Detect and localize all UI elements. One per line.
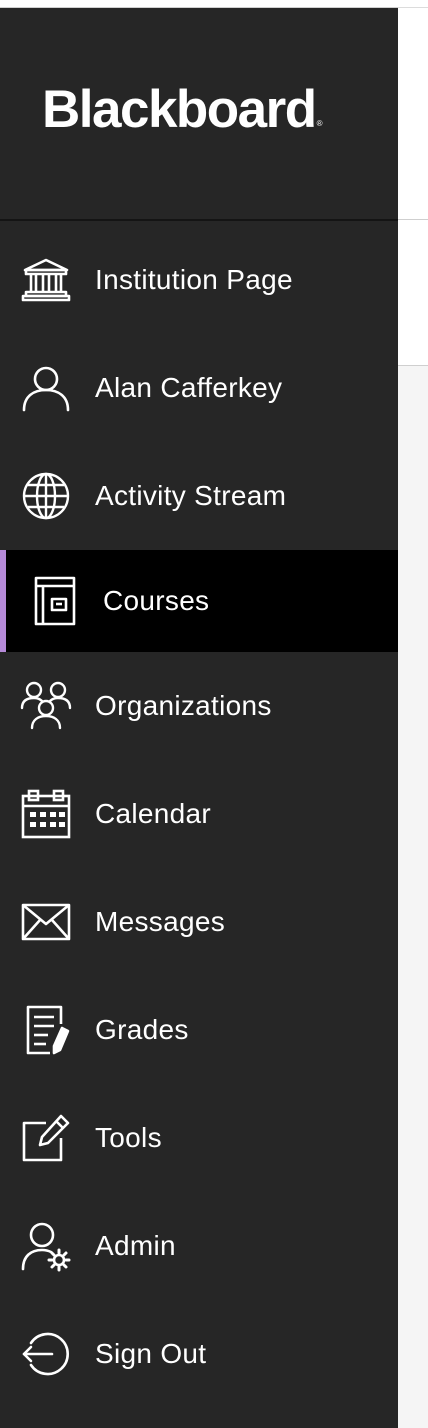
sidebar-item-tools[interactable]: Tools <box>0 1084 398 1192</box>
courses-icon <box>28 575 80 627</box>
sidebar-item-messages[interactable]: Messages <box>0 868 398 976</box>
admin-icon <box>20 1220 72 1272</box>
globe-icon <box>20 470 72 522</box>
sidebar-item-label: Calendar <box>95 798 212 829</box>
sidebar-item-grades[interactable]: Grades <box>0 976 398 1084</box>
active-indicator <box>0 550 6 652</box>
sidebar-item-admin[interactable]: Admin <box>0 1192 398 1300</box>
sidebar-nav: Institution Page Alan Cafferkey Activity… <box>0 226 398 1408</box>
sidebar-item-label: Alan Cafferkey <box>95 372 283 403</box>
blackboard-logo[interactable]: Blackboard® <box>42 78 323 142</box>
sidebar-item-label: Tools <box>95 1122 162 1153</box>
sidebar-item-sign-out[interactable]: Sign Out <box>0 1300 398 1408</box>
sidebar-divider <box>0 219 398 221</box>
divider <box>398 365 428 366</box>
logo-text: Blackboard <box>42 80 317 139</box>
grades-icon <box>20 1004 72 1056</box>
sign-out-icon <box>20 1328 72 1380</box>
sidebar-item-courses[interactable]: Courses <box>0 550 398 652</box>
sidebar-item-calendar[interactable]: Calendar <box>0 760 398 868</box>
sidebar-item-label: Institution Page <box>95 264 293 295</box>
sidebar-item-label: Organizations <box>95 690 272 721</box>
sidebar-item-label: Grades <box>95 1014 189 1045</box>
logo-area: Blackboard® <box>0 8 398 219</box>
sidebar-item-label: Admin <box>95 1230 176 1261</box>
logo-registered-mark: ® <box>316 119 323 128</box>
organizations-icon <box>20 680 72 732</box>
sidebar: Blackboard® Institution Page Alan Caffer… <box>0 0 398 1428</box>
divider <box>398 7 428 8</box>
top-strip <box>0 0 398 7</box>
envelope-icon <box>20 896 72 948</box>
sidebar-item-profile[interactable]: Alan Cafferkey <box>0 334 398 442</box>
user-icon <box>20 362 72 414</box>
institution-icon <box>20 254 72 306</box>
sidebar-item-activity-stream[interactable]: Activity Stream <box>0 442 398 550</box>
sidebar-item-label: Courses <box>103 585 210 616</box>
main-content-area <box>398 0 428 366</box>
sidebar-item-label: Messages <box>95 906 226 937</box>
sidebar-item-label: Sign Out <box>95 1338 207 1369</box>
tools-icon <box>20 1112 72 1164</box>
sidebar-item-label: Activity Stream <box>95 480 287 511</box>
sidebar-item-institution-page[interactable]: Institution Page <box>0 226 398 334</box>
calendar-icon <box>20 788 72 840</box>
divider <box>398 219 428 220</box>
sidebar-item-organizations[interactable]: Organizations <box>0 652 398 760</box>
